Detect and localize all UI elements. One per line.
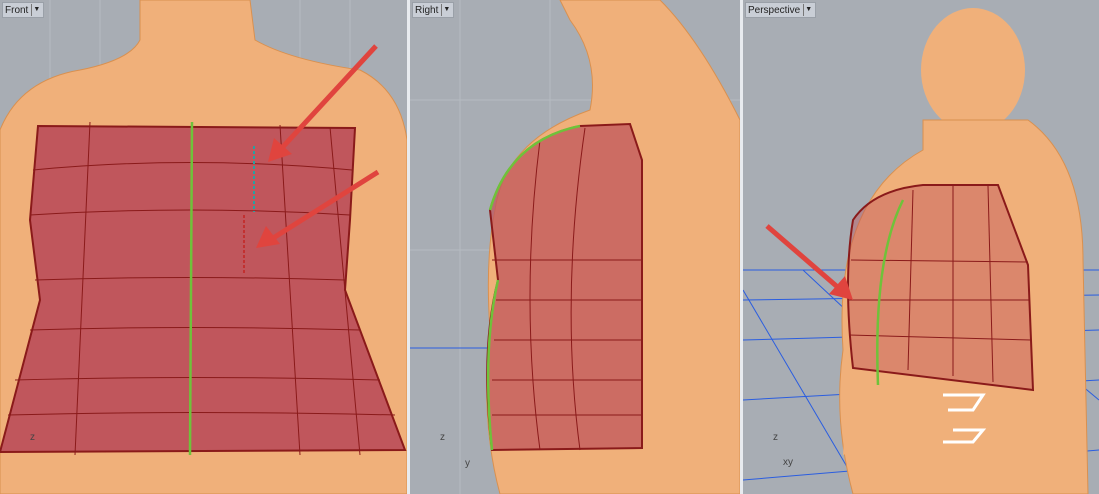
chevron-down-icon[interactable]: ▼ xyxy=(441,4,451,16)
axis-label-z: z xyxy=(773,432,778,443)
chevron-down-icon[interactable]: ▼ xyxy=(803,4,813,16)
arrow-icon xyxy=(765,224,853,300)
viewport-perspective[interactable]: Perspective ▼ z xy xyxy=(743,0,1099,494)
viewport-title-right[interactable]: Right ▼ xyxy=(412,2,455,18)
chevron-down-icon[interactable]: ▼ xyxy=(31,4,41,16)
axis-label-xy: xy xyxy=(783,457,793,468)
viewport-title-perspective[interactable]: Perspective ▼ xyxy=(745,2,817,18)
axis-label-y: y xyxy=(465,458,470,469)
axis-label-z: z xyxy=(440,432,445,443)
head-mesh xyxy=(921,8,1025,132)
viewport-front[interactable]: Front ▼ z xyxy=(0,0,407,494)
viewport-title-front[interactable]: Front ▼ xyxy=(2,2,45,18)
chest-surface xyxy=(486,122,643,452)
chest-surface xyxy=(847,184,1035,392)
viewport-right[interactable]: Right ▼ z y xyxy=(410,0,740,494)
axis-label-z: z xyxy=(30,432,35,443)
perspective-scene xyxy=(743,8,1099,494)
chest-surface xyxy=(0,124,407,454)
front-scene xyxy=(0,0,407,494)
right-scene xyxy=(410,0,740,494)
